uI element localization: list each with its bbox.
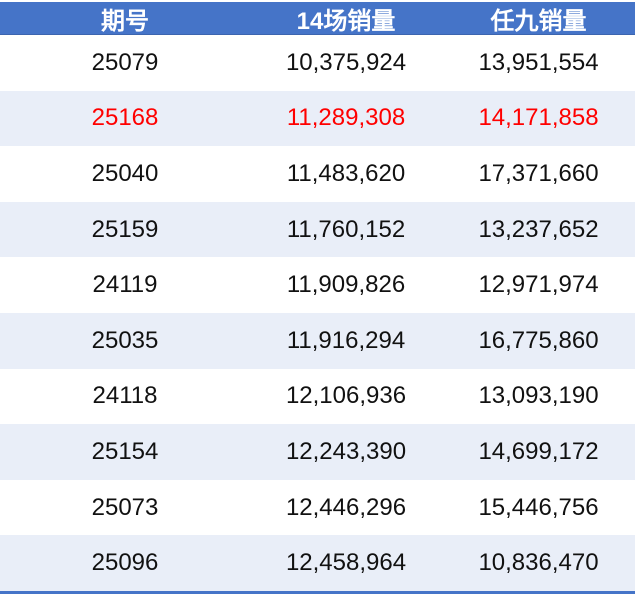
column-header-sales14: 14场销量: [296, 7, 396, 35]
period-cell: 24119: [92, 271, 158, 299]
period-cell: 24118: [92, 382, 158, 410]
sales14-cell: 12,243,390: [285, 437, 407, 465]
table-row-highlighted: 25168 11,289,308 14,171,858: [0, 90, 635, 147]
sales14-cell: 12,446,296: [285, 493, 407, 521]
sales14-cell: 11,289,308: [286, 104, 406, 132]
sales-table: 期号 14场销量 任九销量 25079 10,375,924 13,951,55…: [0, 0, 635, 594]
period-cell: 25154: [91, 437, 159, 465]
period-cell: 25073: [91, 493, 159, 521]
table-row: 24119 11,909,826 12,971,974: [0, 257, 635, 313]
period-cell: 25040: [91, 159, 159, 187]
table-body: 25079 10,375,924 13,951,554 25168 11,289…: [0, 35, 635, 591]
table-row: 24118 12,106,936 13,093,190: [0, 369, 635, 425]
period-cell: 25159: [91, 215, 159, 243]
sales14-cell: 11,760,152: [286, 215, 406, 243]
column-header-period: 期号: [101, 7, 149, 35]
ren9-cell: 16,775,860: [478, 326, 599, 354]
ren9-cell: 13,237,652: [478, 215, 599, 243]
table-row: 25073 12,446,296 15,446,756: [0, 480, 635, 536]
sales14-cell: 11,483,620: [286, 159, 406, 187]
ren9-cell: 15,446,756: [478, 493, 599, 521]
table-header-row: 期号 14场销量 任九销量: [0, 2, 635, 35]
ren9-cell: 14,699,172: [478, 437, 599, 465]
ren9-cell: 12,971,974: [478, 271, 599, 299]
period-cell: 25035: [91, 326, 159, 354]
ren9-cell: 17,371,660: [478, 159, 599, 187]
table-row: 25079 10,375,924 13,951,554: [0, 35, 635, 91]
table-row: 25159 11,760,152 13,237,652: [0, 201, 635, 258]
column-header-ren9: 任九销量: [490, 7, 587, 35]
table-row: 25154 12,243,390 14,699,172: [0, 424, 635, 480]
sales14-cell: 11,909,826: [286, 271, 406, 299]
table-row: 25035 11,916,294 16,775,860: [0, 312, 635, 369]
period-cell: 25168: [91, 104, 159, 132]
ren9-cell: 13,093,190: [478, 382, 599, 410]
period-cell: 25079: [91, 48, 159, 76]
sales14-cell: 10,375,924: [285, 48, 407, 76]
sales14-cell: 11,916,294: [286, 326, 406, 354]
ren9-cell: 10,836,470: [478, 549, 599, 577]
ren9-cell: 14,171,858: [478, 104, 599, 132]
period-cell: 25096: [91, 549, 159, 577]
sales14-cell: 12,458,964: [285, 549, 407, 577]
table-row: 25096 12,458,964 10,836,470: [0, 535, 635, 591]
sales14-cell: 12,106,936: [285, 382, 407, 410]
ren9-cell: 13,951,554: [478, 48, 599, 76]
table-row: 25040 11,483,620 17,371,660: [0, 146, 635, 202]
